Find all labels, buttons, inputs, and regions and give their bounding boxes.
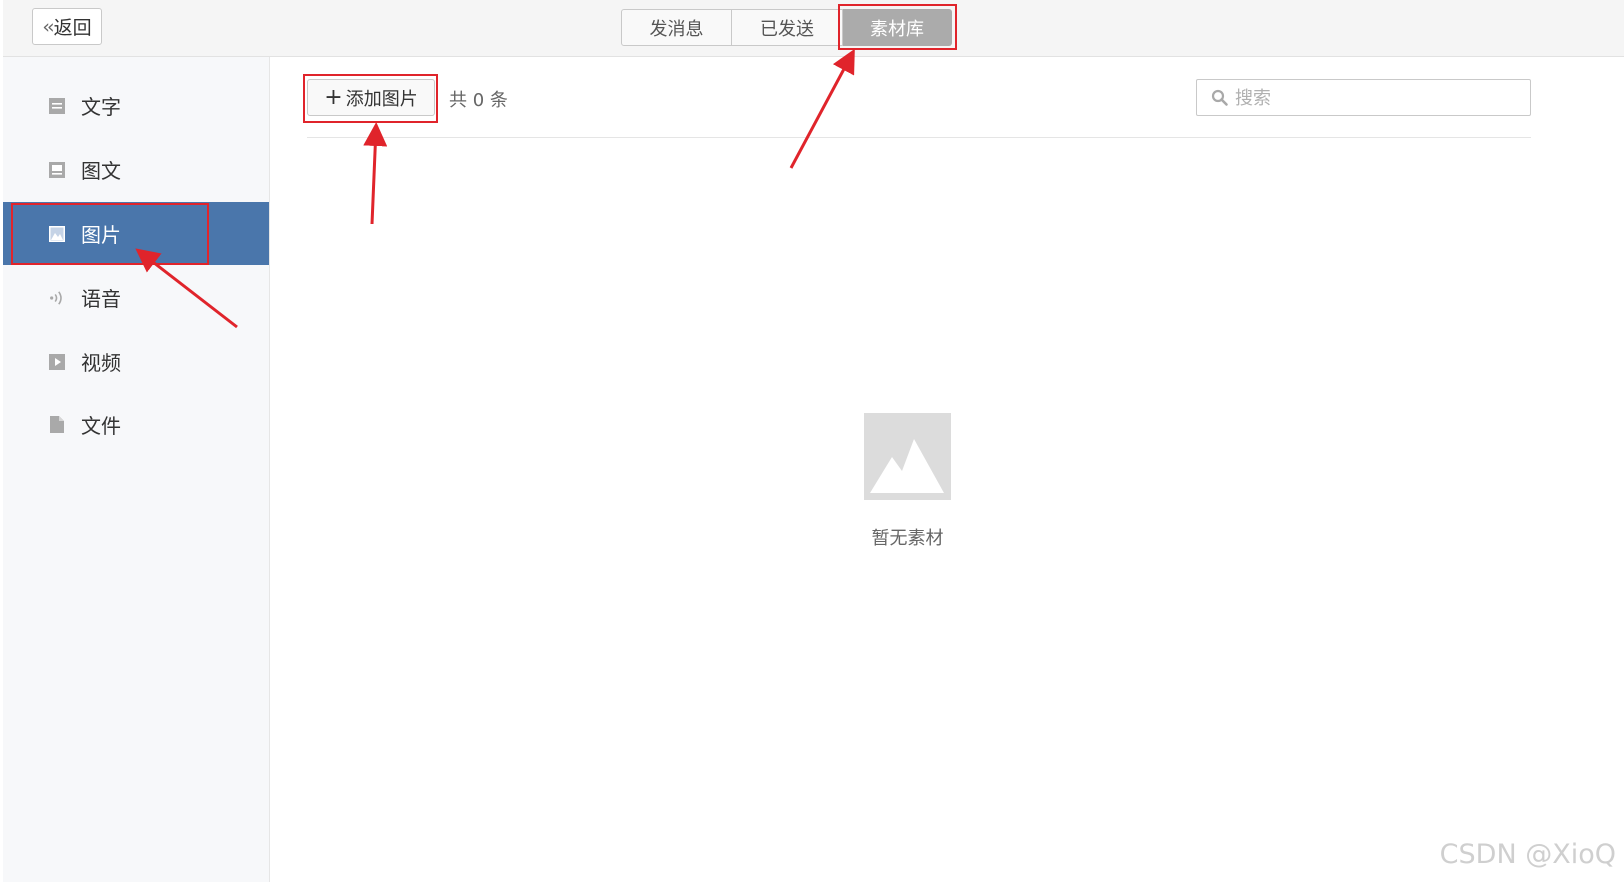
sidebar-item-voice[interactable]: 语音 [3,266,269,329]
tab-material-library[interactable]: 素材库 [843,9,952,46]
tab-send-message[interactable]: 发消息 [621,9,732,46]
toolbar-divider [307,137,1531,138]
text-icon [49,97,65,114]
back-label: 返回 [53,17,92,39]
sidebar-item-label: 语音 [81,287,121,311]
top-bar: ‹‹ 返回 发消息 已发送 素材库 [3,0,1624,57]
double-chevron-left-icon: ‹‹ [42,15,54,38]
arrow-to-add-button [363,122,388,225]
sidebar-item-article[interactable]: 图文 [3,138,269,201]
item-count: 共 0 条 [449,90,508,111]
sidebar-item-file[interactable]: 文件 [3,393,269,456]
empty-state-text: 暂无素材 [871,528,944,549]
app-window: ‹‹ 返回 发消息 已发送 素材库 文字 图文 图片 语音 视频 文件 + 添加… [0,0,1624,882]
search-box[interactable] [1196,79,1531,116]
tab-sent[interactable]: 已发送 [732,9,843,46]
video-icon [49,353,65,370]
sidebar-item-image[interactable]: 图片 [3,202,269,265]
material-type-sidebar: 文字 图文 图片 语音 视频 文件 [3,57,270,882]
sidebar-item-label: 图片 [81,223,121,247]
sidebar-item-label: 文字 [81,95,121,119]
voice-icon [49,290,65,306]
arrow-to-material-tab [789,48,855,169]
sidebar-item-label: 文件 [81,414,121,438]
sidebar-item-video[interactable]: 视频 [3,330,269,393]
plus-icon: + [324,84,343,110]
add-image-label: 添加图片 [345,88,418,110]
back-button[interactable]: ‹‹ 返回 [32,8,102,45]
watermark: CSDN @XioQ [1439,839,1616,870]
file-icon [49,416,65,433]
image-icon [49,225,65,242]
sidebar-item-label: 视频 [81,351,121,375]
search-input[interactable] [1233,82,1527,115]
sidebar-item-label: 图文 [81,159,121,183]
sidebar-item-text[interactable]: 文字 [3,74,269,137]
article-icon [49,161,65,178]
add-image-button[interactable]: + 添加图片 [307,79,435,116]
empty-image-icon [864,413,951,500]
message-tabs: 发消息 已发送 素材库 [621,9,952,46]
search-icon [1211,89,1229,107]
